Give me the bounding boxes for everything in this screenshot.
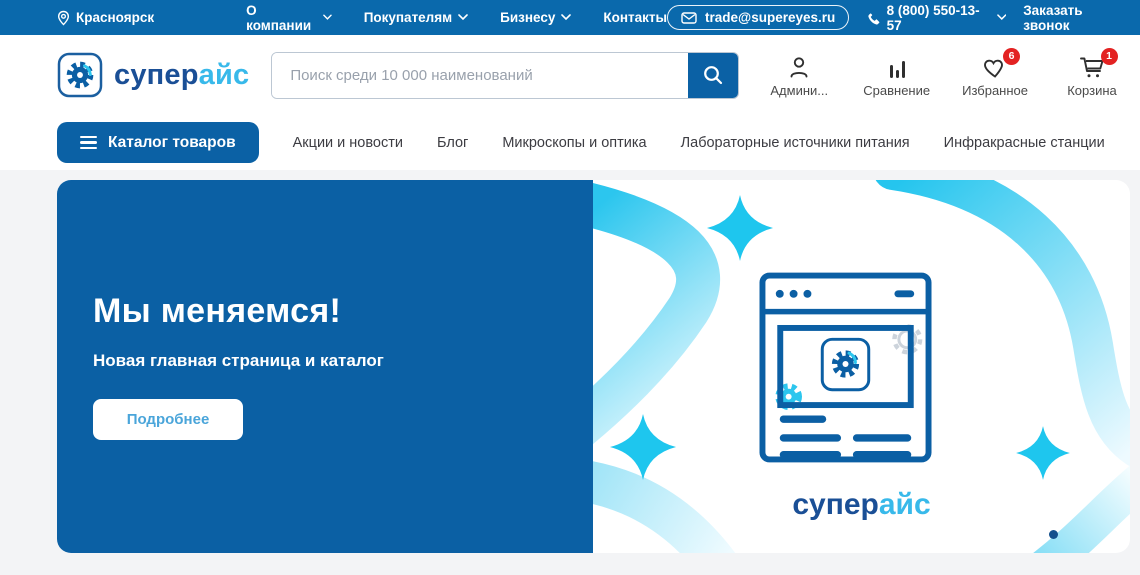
account-label: Админи...	[770, 82, 829, 98]
search-button[interactable]	[688, 52, 739, 98]
topbar-menu: О компании Покупателям Бизнесу Контакты	[246, 3, 667, 33]
chevron-down-icon	[561, 14, 572, 21]
header-action-account[interactable]: Админи...	[767, 53, 831, 98]
topbar-item-business[interactable]: Бизнесу	[500, 10, 572, 25]
banner-illustration-panel: суперайс	[593, 180, 1130, 553]
phone-number[interactable]: 8 (800) 550-13-57	[866, 2, 1007, 33]
banner-text-panel: Мы меняемся! Новая главная страница и ка…	[57, 180, 593, 553]
favorites-label: Избранное	[962, 82, 1028, 98]
user-icon	[790, 56, 808, 77]
catalog-button-label: Каталог товаров	[108, 133, 236, 151]
banner-details-button[interactable]: Подробнее	[93, 399, 243, 440]
header-actions: Админи... Сравнение 6 Избранное 1 Корзин…	[767, 47, 1130, 98]
callback-button[interactable]: Заказать звонок	[1023, 3, 1128, 33]
nav-link-power-supplies[interactable]: Лабораторные источники питания	[681, 135, 910, 151]
browser-window-illustration	[759, 272, 932, 463]
catalog-button[interactable]: Каталог товаров	[57, 122, 259, 163]
topbar-item-customers[interactable]: Покупателям	[364, 10, 468, 25]
logo[interactable]: суперайс	[57, 52, 249, 98]
header-action-compare[interactable]: Сравнение	[863, 53, 930, 98]
decorative-dot	[1049, 530, 1058, 539]
promo-banner[interactable]: Мы меняемся! Новая главная страница и ка…	[57, 180, 1130, 553]
nav-link-promos[interactable]: Акции и новости	[293, 135, 403, 151]
envelope-icon	[681, 11, 697, 24]
bar-chart-icon	[889, 60, 905, 78]
header-action-favorites[interactable]: 6 Избранное	[962, 47, 1028, 98]
city-selector[interactable]: Красноярск	[57, 10, 154, 26]
banner-brand-text: суперайс	[792, 488, 931, 521]
chevron-down-icon	[322, 14, 332, 20]
header: суперайс Админи...	[0, 35, 1140, 115]
logo-text: суперайс	[114, 58, 250, 91]
city-label: Красноярск	[76, 10, 155, 25]
search-icon	[704, 66, 723, 85]
banner-title: Мы меняемся!	[93, 292, 342, 330]
favorites-badge: 6	[1003, 47, 1021, 65]
main-content: Мы меняемся! Новая главная страница и ка…	[0, 170, 1140, 575]
phone-text: 8 (800) 550-13-57	[886, 2, 980, 33]
topbar-right: trade@supereyes.ru 8 (800) 550-13-57 Зак…	[667, 3, 1128, 33]
banner-subtitle: Новая главная страница и каталог	[93, 351, 384, 370]
search-input[interactable]	[272, 52, 689, 98]
phone-icon	[868, 11, 880, 25]
topbar: Красноярск О компании Покупателям Бизнес…	[0, 0, 1140, 35]
location-pin-icon	[57, 10, 70, 25]
topbar-item-contacts[interactable]: Контакты	[603, 10, 667, 25]
chevron-down-icon	[458, 14, 468, 21]
cart-label: Корзина	[1067, 82, 1117, 98]
email-link[interactable]: trade@supereyes.ru	[667, 5, 850, 30]
email-text: trade@supereyes.ru	[705, 10, 836, 25]
sparkle-icon	[1016, 426, 1070, 480]
main-nav: Каталог товаров Акции и новости Блог Мик…	[0, 115, 1140, 170]
nav-link-microscopes[interactable]: Микроскопы и оптика	[502, 135, 646, 151]
header-action-cart[interactable]: 1 Корзина	[1060, 47, 1124, 98]
logo-gear-icon	[57, 52, 103, 98]
sparkle-icon	[706, 194, 774, 262]
compare-label: Сравнение	[863, 82, 931, 98]
hamburger-icon	[80, 135, 97, 150]
cart-badge: 1	[1100, 47, 1118, 65]
nav-link-ir-stations[interactable]: Инфракрасные станции	[944, 135, 1105, 151]
topbar-item-company[interactable]: О компании	[246, 3, 332, 33]
chevron-down-icon	[996, 14, 1007, 21]
search-bar	[271, 51, 740, 99]
nav-link-blog[interactable]: Блог	[437, 135, 468, 151]
